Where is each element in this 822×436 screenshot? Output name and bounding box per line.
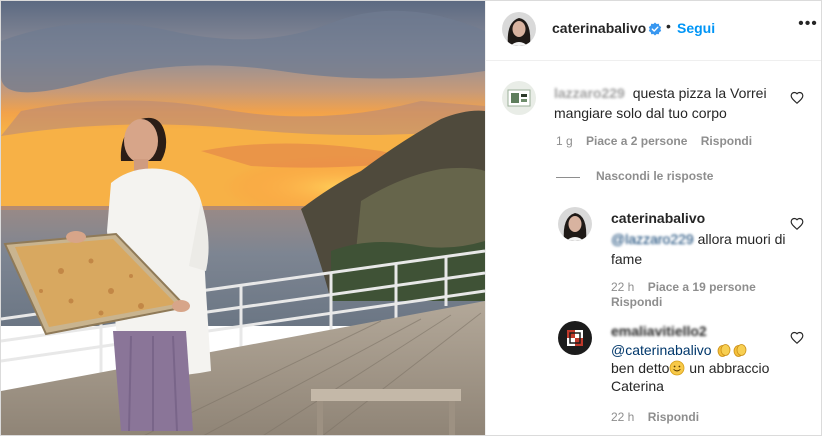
clapping-hands-emoji — [716, 342, 732, 358]
like-reply2-heart-icon[interactable] — [790, 331, 804, 345]
like-comment-heart-icon[interactable] — [790, 91, 804, 105]
smiling-face-emoji — [669, 360, 685, 376]
reply-avatar-image — [558, 207, 592, 241]
reply-mention[interactable]: @lazzaro229 — [611, 229, 694, 249]
commenter-username[interactable]: lazzaro229 — [554, 83, 625, 103]
comments-panel: caterinabalivo • Segui ••• lazzaro229 qu… — [485, 1, 821, 435]
verified-badge-icon — [648, 22, 662, 36]
comment-time: 1 g — [556, 134, 573, 148]
header-separator: • — [666, 18, 671, 34]
like-reply-heart-icon[interactable] — [790, 217, 804, 231]
reply-meta: 22 h Piace a 19 persone — [611, 280, 756, 294]
comment-body: lazzaro229 questa pizza la Vorrei mangia… — [554, 83, 790, 123]
clapping-hands-emoji-2 — [732, 342, 748, 358]
author-avatar-image — [502, 12, 536, 46]
reply-reply-button[interactable]: Rispondi — [611, 295, 662, 309]
commenter-avatar-image — [502, 81, 536, 115]
reply-body: @lazzaro229 allora muori di fame — [611, 229, 793, 269]
instagram-post-window: caterinabalivo • Segui ••• lazzaro229 qu… — [0, 0, 822, 436]
reply-avatar[interactable] — [558, 207, 592, 241]
reply-actions: Rispondi — [611, 295, 662, 309]
reply2-avatar-image — [558, 321, 592, 355]
hide-replies-button[interactable]: Nascondi le risposte — [596, 169, 713, 183]
comment-meta: 1 g Piace a 2 persone Rispondi — [556, 134, 752, 148]
comment-likes[interactable]: Piace a 2 persone — [586, 134, 687, 148]
post-photo[interactable] — [1, 1, 485, 435]
reply2-username[interactable]: emaliavitiello2 — [611, 323, 707, 339]
replies-divider — [556, 177, 580, 178]
more-options-icon[interactable]: ••• — [798, 15, 818, 39]
commenter-avatar[interactable] — [502, 81, 536, 115]
reply-time: 22 h — [611, 280, 635, 294]
comment-reply-button[interactable]: Rispondi — [701, 134, 752, 148]
reply2-reply-button[interactable]: Rispondi — [648, 410, 699, 424]
reply-username[interactable]: caterinabalivo — [611, 210, 705, 226]
reply2-body: @caterinabalivo ben detto un abbraccio C… — [611, 341, 801, 395]
reply2-mention[interactable]: @caterinabalivo — [611, 342, 712, 358]
reply2-time: 22 h — [611, 410, 635, 424]
author-avatar[interactable] — [502, 12, 536, 46]
author-username[interactable]: caterinabalivo — [552, 20, 646, 36]
reply2-avatar[interactable] — [558, 321, 592, 355]
follow-button[interactable]: Segui — [677, 20, 715, 36]
reply2-text-1: ben detto — [611, 360, 670, 376]
sunset-photo-illustration — [1, 1, 485, 435]
reply-likes[interactable]: Piace a 19 persone — [648, 280, 756, 294]
post-header: caterinabalivo • Segui ••• — [486, 1, 821, 61]
reply2-meta: 22 h Rispondi — [611, 410, 699, 424]
